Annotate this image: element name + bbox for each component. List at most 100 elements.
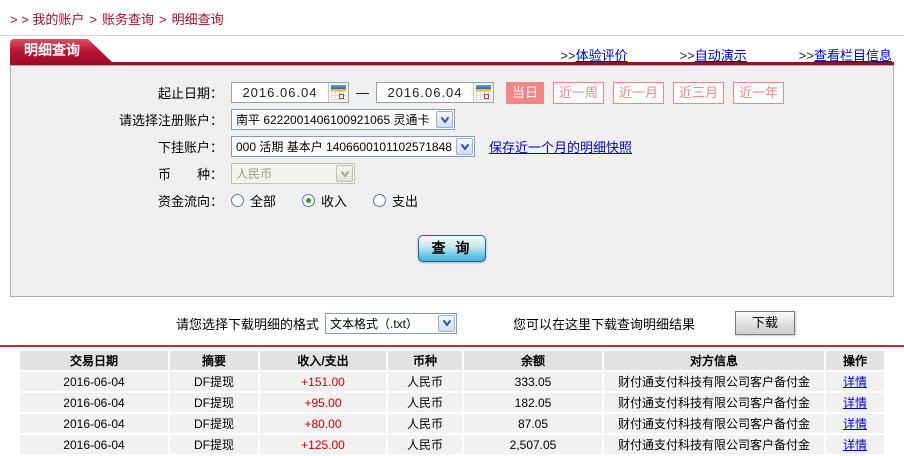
download-format-label: 请您选择下载明细的格式 (176, 316, 320, 332)
detail-link[interactable]: 详情 (843, 417, 867, 431)
date-range-row: 起止日期： 2016.06.04 — 2016.06.04 当日 近一周 近一月… (11, 79, 893, 106)
currency-value: 人民币 (236, 167, 273, 181)
header-currency: 币种 (388, 351, 462, 370)
currency-label: 币 种： (157, 167, 223, 182)
cell-currency: 人民币 (388, 393, 462, 412)
breadcrumb-separator: > (159, 12, 167, 27)
chevron-down-icon[interactable] (456, 138, 473, 155)
radio-icon[interactable] (373, 194, 387, 207)
calendar-icon[interactable] (328, 83, 348, 102)
cell-summary: DF提现 (170, 372, 258, 391)
flow-option-label: 收入 (321, 194, 348, 209)
cell-date: 2016-06-04 (20, 435, 168, 454)
quick-range-month-button[interactable]: 近一月 (613, 81, 665, 104)
red-divider (0, 345, 904, 347)
cell-action: 详情 (826, 414, 884, 433)
header-amount: 收入/支出 (260, 351, 386, 370)
table-header-row: 交易日期 摘要 收入/支出 币种 余额 对方信息 操作 (20, 351, 884, 370)
cell-currency: 人民币 (388, 372, 462, 391)
snapshot-link[interactable]: 保存近一个月的明细快照 (489, 137, 632, 156)
tab-detail-query[interactable]: 明细查询 (10, 39, 112, 62)
transactions-table: 交易日期 摘要 收入/支出 币种 余额 对方信息 操作 2016-06-04 D… (18, 349, 886, 456)
quick-range-week-button[interactable]: 近一周 (553, 81, 605, 104)
flow-label: 资金流向： (157, 194, 223, 209)
link-column-info[interactable]: 查看栏目信息 (814, 48, 892, 63)
registered-account-label: 请选择注册账户： (118, 113, 223, 128)
link-experience-review[interactable]: 体验评价 (576, 48, 628, 63)
cell-date: 2016-06-04 (20, 393, 168, 412)
download-button[interactable]: 下载 (735, 311, 796, 335)
download-format-value: 文本格式（.txt） (330, 316, 419, 331)
date-range-label: 起止日期： (157, 86, 223, 101)
breadcrumb-item-detail-query[interactable]: 明细查询 (172, 12, 224, 27)
detail-link[interactable]: 详情 (843, 396, 867, 410)
radio-checked-icon[interactable] (302, 194, 316, 207)
quick-range-year-button[interactable]: 近一年 (733, 81, 785, 104)
flow-radio-income[interactable]: 收入 (302, 191, 347, 210)
date-to-input[interactable]: 2016.06.04 (376, 82, 494, 103)
table-row: 2016-06-04 DF提现 +80.00 人民币 87.05 财付通支付科技… (20, 414, 884, 433)
quick-range-quarter-button[interactable]: 近三月 (673, 81, 725, 104)
currency-select: 人民币 (231, 163, 355, 184)
sub-account-label: 下挂账户： (157, 140, 223, 155)
date-separator: — (356, 85, 369, 100)
cell-currency: 人民币 (388, 435, 462, 454)
breadcrumb-prefix: > > (10, 12, 29, 27)
chevron-down-icon[interactable] (436, 111, 453, 128)
query-button[interactable]: 查 询 (418, 235, 486, 262)
chevron-down-icon (336, 165, 353, 182)
link-prefix: >> (679, 48, 695, 63)
registered-account-value: 南平 6222001406100921065 灵通卡 (236, 113, 430, 127)
table-row: 2016-06-04 DF提现 +125.00 人民币 2,507.05 财付通… (20, 435, 884, 454)
registered-account-select[interactable]: 南平 6222001406100921065 灵通卡 (231, 109, 455, 130)
quick-range-today-button[interactable]: 当日 (506, 81, 545, 104)
sub-account-select[interactable]: 000 活期 基本户 1406600101102571848 (231, 136, 475, 157)
cell-amount: +80.00 (260, 414, 386, 433)
flow-radio-all[interactable]: 全部 (231, 191, 276, 210)
calendar-icon[interactable] (473, 83, 493, 102)
link-prefix: >> (560, 48, 576, 63)
header-summary: 摘要 (170, 351, 258, 370)
detail-link[interactable]: 详情 (843, 438, 867, 452)
link-auto-demo[interactable]: 自动演示 (695, 48, 747, 63)
query-form-panel: 起止日期： 2016.06.04 — 2016.06.04 当日 近一周 近一月… (10, 65, 894, 297)
cell-date: 2016-06-04 (20, 414, 168, 433)
breadcrumb-item-account-query[interactable]: 账务查询 (102, 12, 154, 27)
header-counterparty: 对方信息 (604, 351, 824, 370)
radio-icon[interactable] (231, 194, 244, 207)
cell-counterparty: 财付通支付科技有限公司客户备付金 (604, 393, 824, 412)
cell-summary: DF提现 (170, 393, 258, 412)
cell-amount: +125.00 (260, 435, 386, 454)
header-links: >>体验评价 >>自动演示 >>查看栏目信息 (560, 45, 892, 64)
cell-balance: 333.05 (464, 372, 602, 391)
cell-action: 详情 (826, 393, 884, 412)
cell-summary: DF提现 (170, 435, 258, 454)
sub-account-row: 下挂账户： 000 活期 基本户 1406600101102571848 保存近… (11, 133, 893, 160)
cell-counterparty: 财付通支付科技有限公司客户备付金 (604, 435, 824, 454)
date-from-value: 2016.06.04 (242, 85, 318, 100)
date-from-input[interactable]: 2016.06.04 (231, 82, 349, 103)
header-date: 交易日期 (20, 351, 168, 370)
table-row: 2016-06-04 DF提现 +95.00 人民币 182.05 财付通支付科… (20, 393, 884, 412)
download-hint: 您可以在这里下载查询明细结果 (513, 316, 696, 332)
cell-balance: 2,507.05 (464, 435, 602, 454)
detail-link[interactable]: 详情 (843, 375, 867, 389)
chevron-down-icon[interactable] (438, 314, 456, 332)
cell-amount: +95.00 (260, 393, 386, 412)
download-row: 请您选择下载明细的格式 文本格式（.txt） 您可以在这里下载查询明细结果 下载 (176, 310, 904, 336)
breadcrumb-item-my-account[interactable]: 我的账户 (32, 12, 84, 27)
cell-currency: 人民币 (388, 414, 462, 433)
flow-option-label: 支出 (392, 194, 419, 209)
date-to-value: 2016.06.04 (387, 85, 463, 100)
flow-row: 资金流向： 全部 收入 支出 (11, 187, 893, 214)
header-balance: 余额 (464, 351, 602, 370)
cell-counterparty: 财付通支付科技有限公司客户备付金 (604, 372, 824, 391)
flow-radio-expense[interactable]: 支出 (373, 191, 418, 210)
flow-option-label: 全部 (250, 194, 277, 209)
sub-account-value: 000 活期 基本户 1406600101102571848 (236, 140, 452, 154)
cell-action: 详情 (826, 435, 884, 454)
download-format-select[interactable]: 文本格式（.txt） (325, 312, 458, 334)
header-action: 操作 (826, 351, 884, 370)
table-row: 2016-06-04 DF提现 +151.00 人民币 333.05 财付通支付… (20, 372, 884, 391)
tab-bar: 明细查询 >>体验评价 >>自动演示 >>查看栏目信息 (10, 42, 894, 65)
